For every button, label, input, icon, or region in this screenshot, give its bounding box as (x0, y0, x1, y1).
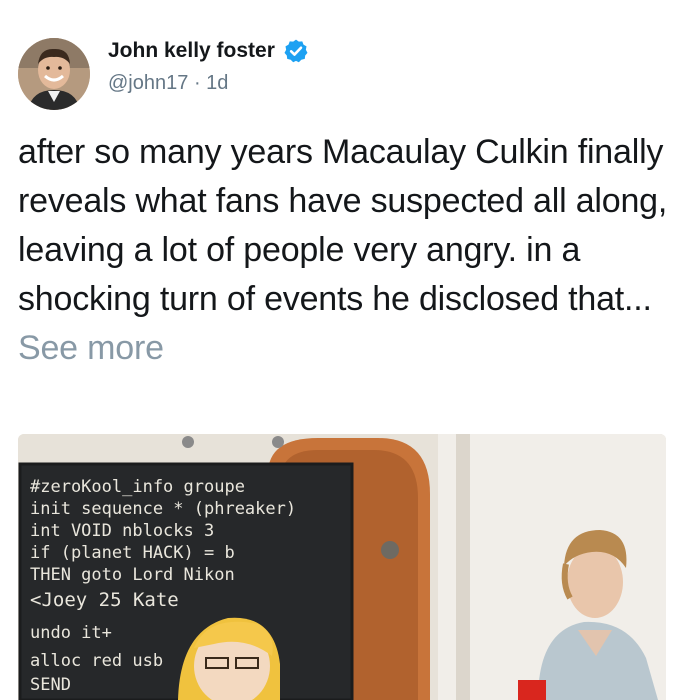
author-avatar[interactable] (18, 38, 90, 110)
chalk-line-2: init sequence * (phreaker) (30, 499, 296, 519)
chalk-line-3: int VOID nblocks 3 (30, 521, 214, 541)
chalk-line-7: undo it+ (30, 623, 112, 643)
chalk-line-4: if (planet HACK) = b (30, 543, 235, 563)
chalk-line-5: THEN goto Lord Nikon (30, 565, 235, 585)
chalk-line-1: #zeroKool_info groupe (30, 477, 245, 497)
chalk-line-6: <Joey 25 Kate (30, 589, 179, 611)
tweet-timestamp[interactable]: 1d (206, 72, 228, 94)
author-name-row: John kelly foster (108, 38, 309, 64)
meta-separator: · (193, 72, 201, 94)
author-display-name[interactable]: John kelly foster (108, 39, 275, 63)
chalk-line-9: SEND (30, 675, 71, 695)
chalk-line-8: alloc red usb (30, 651, 163, 671)
tweet-text: after so many years Macaulay Culkin fina… (18, 128, 678, 373)
tweet-media-image[interactable]: #zeroKool_info groupe init sequence * (p… (18, 434, 666, 700)
verified-badge-icon (283, 38, 309, 64)
see-more-link[interactable]: See more (18, 329, 164, 367)
author-meta: @john17 · 1d (108, 72, 228, 95)
tweet-body-text: after so many years Macaulay Culkin fina… (18, 133, 668, 318)
author-handle[interactable]: @john17 (108, 72, 188, 94)
